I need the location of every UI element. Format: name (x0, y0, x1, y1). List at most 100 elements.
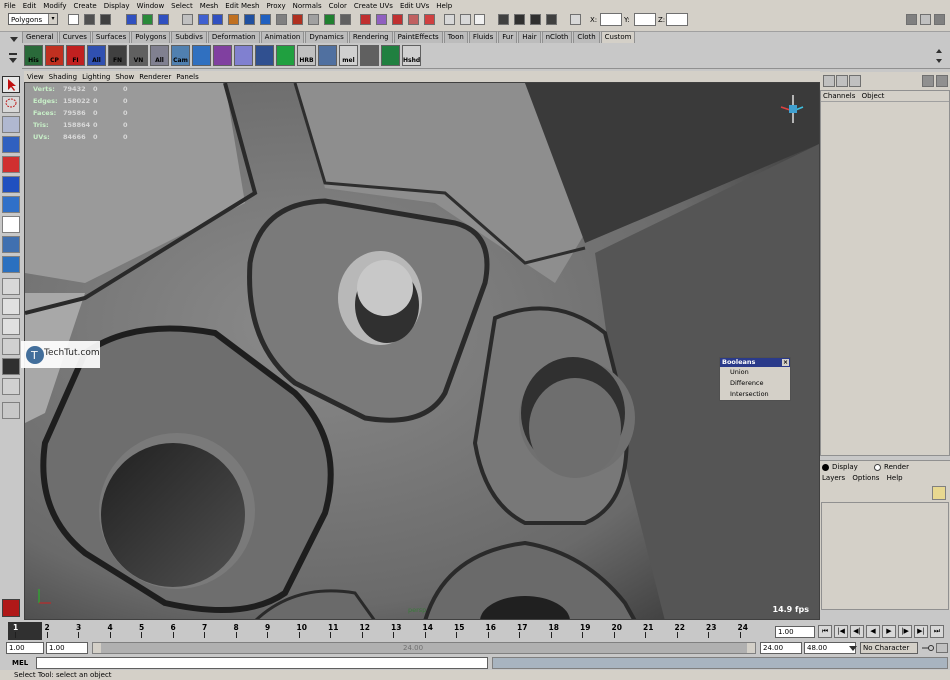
menu-edit-mesh[interactable]: Edit Mesh (225, 2, 259, 10)
shelf-tab-painteffects[interactable]: PaintEffects (393, 31, 443, 43)
menu-create[interactable]: Create (73, 2, 96, 10)
range-handle-right[interactable] (747, 643, 755, 653)
playback-start-field[interactable]: 1.00 (46, 642, 88, 654)
shelf-tab-custom[interactable]: Custom (600, 31, 636, 43)
render-frame-icon[interactable] (514, 14, 525, 25)
lasso-tool-icon[interactable] (2, 96, 20, 113)
layout-options-icon[interactable] (2, 402, 20, 419)
universal-manipulator-icon[interactable] (2, 196, 20, 213)
construction-history-icon[interactable] (424, 14, 435, 25)
open-scene-icon[interactable] (84, 14, 95, 25)
outliner-layout-icon[interactable] (2, 378, 20, 395)
menu-color[interactable]: Color (329, 2, 347, 10)
channel-box-icon[interactable] (823, 75, 835, 87)
menu-window[interactable]: Window (137, 2, 165, 10)
shelf-button-2-icon[interactable]: FI (66, 45, 85, 66)
go-to-end-icon[interactable]: ⏭ (930, 625, 944, 638)
range-slider[interactable]: 24.00 (92, 642, 756, 654)
layer-editor-icon[interactable] (836, 75, 848, 87)
chevron-down-icon[interactable] (848, 643, 858, 653)
shelf-button-13-icon[interactable]: HRB (297, 45, 316, 66)
shelf-button-11-icon[interactable] (255, 45, 274, 66)
output-ops-icon[interactable] (460, 14, 471, 25)
shelf-button-15-icon[interactable]: mel (339, 45, 358, 66)
pick-deformations-icon[interactable] (260, 14, 271, 25)
shelf-tab-polygons[interactable]: Polygons (131, 31, 171, 43)
pick-handles-icon[interactable] (198, 14, 209, 25)
menu-edit-uvs[interactable]: Edit UVs (400, 2, 429, 10)
pick-curves-icon[interactable] (228, 14, 239, 25)
single-perspective-layout-icon[interactable] (2, 278, 20, 295)
y-field[interactable] (634, 13, 656, 26)
viewport-menu-shading[interactable]: Shading (49, 73, 77, 81)
input-ops-icon[interactable] (444, 14, 455, 25)
shelf-button-0-icon[interactable]: His (24, 45, 43, 66)
toggle-tool-settings-icon[interactable] (920, 14, 931, 25)
menu-display[interactable]: Display (104, 2, 130, 10)
show-manipulator-icon[interactable] (2, 236, 20, 253)
shelf-options-icon[interactable] (6, 48, 20, 68)
step-back-frame-icon[interactable]: |◀ (834, 625, 848, 638)
playback-end-field[interactable]: 24.00 (760, 642, 802, 654)
shelf-button-7-icon[interactable]: Cam (171, 45, 190, 66)
shelf-button-16-icon[interactable] (360, 45, 379, 66)
menu-help[interactable]: Help (436, 2, 452, 10)
range-handle-left[interactable] (93, 643, 101, 653)
new-scene-icon[interactable] (68, 14, 79, 25)
construction-toggle-icon[interactable] (474, 14, 485, 25)
help-menu[interactable]: Help (887, 474, 903, 482)
hypershade-layout-icon[interactable] (2, 358, 20, 375)
time-slider[interactable]: 1 2 3 4 5 6 7 8 9 10 11 12 13 14 15 16 17 18 19 20 21 22 23 24 (0, 620, 775, 640)
current-time-field[interactable]: 1.00 (775, 626, 815, 638)
shelf-button-4-icon[interactable]: FN (108, 45, 127, 66)
step-forward-frame-icon[interactable]: ▶| (914, 625, 928, 638)
shelf-tab-toon[interactable]: Toon (443, 31, 468, 43)
shelf-tab-surfaces[interactable]: Surfaces (91, 31, 131, 43)
tool-settings-icon[interactable] (936, 75, 948, 87)
anim-prefs-icon[interactable] (936, 643, 948, 653)
render-settings-icon[interactable] (546, 14, 557, 25)
options-menu[interactable]: Options (852, 474, 879, 482)
menu-mesh[interactable]: Mesh (200, 2, 218, 10)
viewport-menu-renderer[interactable]: Renderer (139, 73, 171, 81)
shelf-tab-deformation[interactable]: Deformation (207, 31, 260, 43)
start-time-field[interactable]: 1.00 (6, 642, 44, 654)
menu-item-difference[interactable]: Difference (720, 378, 790, 389)
key-icon[interactable] (922, 643, 934, 653)
attribute-editor-icon[interactable] (922, 75, 934, 87)
shelf-tab-dynamics[interactable]: Dynamics (305, 31, 348, 43)
persp-graph-layout-icon[interactable] (2, 338, 20, 355)
step-back-key-icon[interactable]: ◀| (850, 625, 864, 638)
pick-joints-icon[interactable] (212, 14, 223, 25)
close-icon[interactable]: × (782, 359, 789, 366)
menu-item-union[interactable]: Union (720, 367, 790, 378)
save-scene-icon[interactable] (100, 14, 111, 25)
channel-layer-icon[interactable] (849, 75, 861, 87)
mode-selector[interactable]: Polygons ▾ (8, 13, 58, 25)
snap-curve-icon[interactable] (340, 14, 351, 25)
shelf-tab-rendering[interactable]: Rendering (348, 31, 393, 43)
snap-point-icon[interactable] (360, 14, 371, 25)
scale-tool-icon[interactable] (2, 176, 20, 193)
shelf-button-17-icon[interactable] (381, 45, 400, 66)
shelf-button-5-icon[interactable]: VN (129, 45, 148, 66)
play-backwards-icon[interactable]: ◀ (866, 625, 880, 638)
layer-scrollbar[interactable] (820, 610, 950, 620)
menu-select[interactable]: Select (171, 2, 193, 10)
shelf-tab-subdivs[interactable]: Subdivs (171, 31, 207, 43)
select-object-icon[interactable] (142, 14, 153, 25)
select-tool-icon[interactable] (2, 76, 20, 93)
layers-menu[interactable]: Layers (822, 474, 845, 482)
select-hierarchy-icon[interactable] (126, 14, 137, 25)
history-icon[interactable] (408, 14, 419, 25)
menu-proxy[interactable]: Proxy (266, 2, 285, 10)
lock-selection-icon[interactable] (182, 14, 193, 25)
z-field[interactable] (666, 13, 688, 26)
shelf-button-12-icon[interactable] (276, 45, 295, 66)
render-view-icon[interactable] (498, 14, 509, 25)
shelf-menu-icon[interactable] (8, 34, 20, 44)
shelf-tab-ncloth[interactable]: nCloth (541, 31, 573, 43)
shelf-button-3-icon[interactable]: All (87, 45, 106, 66)
shelf-button-6-icon[interactable]: All (150, 45, 169, 66)
viewport-menu-panels[interactable]: Panels (176, 73, 199, 81)
